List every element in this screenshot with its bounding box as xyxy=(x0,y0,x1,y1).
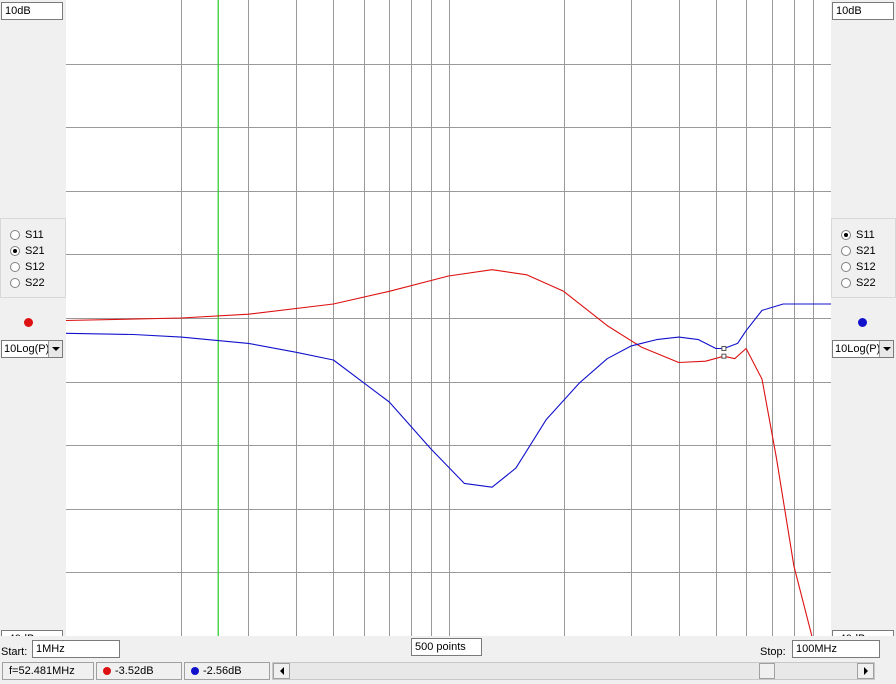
cursor-point-2 xyxy=(721,346,727,352)
radio-s22[interactable] xyxy=(10,278,20,288)
status-frequency: f=52.481MHz xyxy=(2,662,94,680)
scroll-thumb[interactable] xyxy=(759,663,775,679)
scroll-right-icon[interactable] xyxy=(857,663,874,679)
radio-s11[interactable] xyxy=(10,230,20,240)
right-param-s12[interactable]: S12 xyxy=(832,259,895,275)
radio-s22[interactable] xyxy=(841,278,851,288)
left-param-s21[interactable]: S21 xyxy=(1,243,65,259)
start-frequency-input[interactable]: 1MHz xyxy=(32,640,120,658)
blue-dot-icon xyxy=(191,667,199,675)
points-input[interactable]: 500 points xyxy=(411,638,482,656)
start-label: Start: xyxy=(1,646,28,658)
frequency-scrollbar[interactable] xyxy=(272,662,875,680)
right-param-s21[interactable]: S21 xyxy=(832,243,895,259)
trace-color-indicator xyxy=(858,318,867,327)
left-param-s11[interactable]: S11 xyxy=(1,227,65,243)
radio-s12[interactable] xyxy=(10,262,20,272)
frequency-response-plot[interactable] xyxy=(66,0,831,636)
red-dot-icon xyxy=(103,667,111,675)
right-mode-select[interactable]: 10Log(P) xyxy=(832,340,894,358)
trace-color-indicator xyxy=(24,318,33,327)
stop-frequency-input[interactable]: 100MHz xyxy=(792,640,880,658)
status-trace2: -2.56dB xyxy=(184,662,270,680)
radio-s21[interactable] xyxy=(10,246,20,256)
left-param-s12[interactable]: S12 xyxy=(1,259,65,275)
right-param-group: S11 S21 S12 S22 xyxy=(831,218,896,298)
status-trace1: -3.52dB xyxy=(96,662,182,680)
chevron-down-icon[interactable] xyxy=(879,341,893,357)
right-param-s22[interactable]: S22 xyxy=(832,275,895,291)
left-trace-panel: 10dB S11 S21 S12 S22 10Log(P) -40dB xyxy=(0,0,66,638)
left-param-group: S11 S21 S12 S22 xyxy=(0,218,66,298)
left-param-s22[interactable]: S22 xyxy=(1,275,65,291)
radio-s12[interactable] xyxy=(841,262,851,272)
cursor-point-1 xyxy=(721,353,727,359)
scroll-left-icon[interactable] xyxy=(273,663,290,679)
radio-s11[interactable] xyxy=(841,230,851,240)
left-mode-select[interactable]: 10Log(P) xyxy=(1,340,63,358)
right-trace-panel: 10dB S11 S21 S12 S22 10Log(P) -40dB xyxy=(831,0,896,638)
chevron-down-icon[interactable] xyxy=(48,341,62,357)
stop-label: Stop: xyxy=(760,646,786,658)
radio-s21[interactable] xyxy=(841,246,851,256)
left-scale-top-field[interactable]: 10dB xyxy=(1,2,63,20)
right-param-s11[interactable]: S11 xyxy=(832,227,895,243)
right-scale-top-field[interactable]: 10dB xyxy=(832,2,894,20)
